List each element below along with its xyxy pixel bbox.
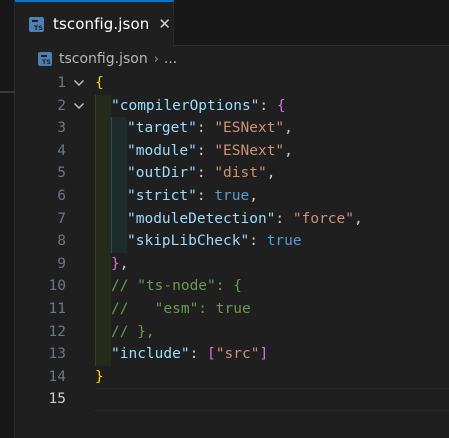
punctuation: , — [119, 255, 129, 272]
json-boolean: true — [214, 188, 250, 204]
code-line[interactable]: 6 "strict": true, — [15, 185, 449, 208]
line-number: 12 — [48, 323, 66, 340]
breadcrumb: tsconfig.json › ... — [15, 46, 449, 72]
brace-close: } — [95, 368, 104, 385]
json-comment: // }, — [111, 323, 155, 340]
line-number: 4 — [57, 142, 66, 159]
code-line[interactable]: 7 "moduleDetection": "force", — [15, 208, 449, 231]
line-number: 5 — [57, 165, 66, 182]
brace-close: } — [111, 255, 120, 272]
close-icon[interactable]: ✕ — [158, 16, 171, 32]
breadcrumb-separator: › — [153, 51, 159, 67]
line-number: 8 — [57, 233, 66, 250]
code-line[interactable]: 3 "target": "ESNext", — [15, 117, 449, 140]
json-comment: // "esm": true — [111, 301, 251, 317]
json-string: "src" — [215, 346, 260, 363]
line-number: 10 — [48, 278, 66, 295]
punctuation: , — [353, 210, 363, 227]
code-editor[interactable]: 1 { 2 "compilerOptions": { 3 "target": "… — [15, 72, 449, 438]
code-line[interactable]: 8 "skipLibCheck": true — [15, 230, 449, 253]
json-comment: // "ts-node": { — [111, 278, 242, 295]
activity-bar — [0, 0, 15, 438]
line-number: 13 — [48, 346, 66, 363]
punctuation: : — [196, 165, 215, 182]
chevron-down-icon[interactable] — [73, 100, 85, 112]
json-string: "force" — [292, 210, 354, 227]
breadcrumb-file[interactable]: tsconfig.json — [59, 51, 148, 67]
code-line[interactable]: 5 "outDir": "dist", — [15, 162, 449, 185]
json-string: "ESNext" — [214, 120, 285, 137]
punctuation: : — [196, 142, 215, 159]
line-number: 6 — [57, 188, 66, 204]
tab-label: tsconfig.json — [53, 15, 150, 33]
punctuation: : — [275, 210, 293, 227]
json-string: "ESNext" — [214, 142, 285, 159]
code-line[interactable]: 12 // }, — [15, 321, 449, 344]
json-key: "target" — [127, 120, 197, 137]
json-key: "include" — [111, 346, 190, 363]
json-key: "skipLibCheck" — [127, 233, 250, 250]
code-line[interactable]: 11 // "esm": true — [15, 298, 449, 321]
json-key: "outDir" — [127, 165, 197, 182]
bracket-close: ] — [259, 346, 269, 363]
line-number: 2 — [57, 97, 66, 114]
line-number: 11 — [48, 301, 66, 317]
json-string: "dist" — [214, 165, 267, 182]
code-line[interactable]: 9 }, — [15, 253, 449, 276]
code-line[interactable]: 13 "include": ["src"] — [15, 343, 449, 366]
tab-tsconfig[interactable]: tsconfig.json ✕ — [15, 0, 174, 46]
code-line[interactable]: 2 "compilerOptions": { — [15, 95, 449, 118]
line-number: 9 — [57, 255, 66, 272]
punctuation: : — [196, 120, 215, 137]
json-key: "compilerOptions" — [111, 97, 260, 114]
ts-file-icon — [29, 16, 44, 32]
code-line[interactable]: 4 "module": "ESNext", — [15, 140, 449, 163]
code-line-current[interactable]: 15 — [15, 388, 449, 411]
punctuation: : — [249, 233, 267, 250]
punctuation: : — [259, 97, 277, 114]
punctuation: , — [249, 188, 258, 204]
code-line[interactable]: 10 // "ts-node": { — [15, 275, 449, 298]
json-key: "module" — [127, 142, 197, 159]
line-number: 1 — [57, 75, 66, 91]
code-line[interactable]: 14 } — [15, 366, 449, 389]
chevron-down-icon[interactable] — [73, 77, 85, 89]
punctuation: , — [266, 165, 276, 182]
code-line[interactable]: 1 { — [15, 72, 449, 95]
line-number: 3 — [57, 120, 66, 137]
punctuation: : — [196, 188, 215, 204]
punctuation: , — [284, 142, 293, 159]
punctuation: , — [284, 120, 293, 137]
json-key: "moduleDetection" — [127, 210, 276, 227]
line-number: 7 — [57, 210, 66, 227]
breadcrumb-more[interactable]: ... — [164, 51, 177, 67]
ts-file-icon — [38, 52, 52, 66]
json-boolean: true — [266, 233, 302, 250]
line-number: 15 — [48, 391, 66, 408]
tab-bar: tsconfig.json ✕ — [15, 0, 449, 46]
brace-open: { — [276, 97, 286, 114]
brace-open: { — [95, 75, 104, 91]
line-number: 14 — [48, 368, 66, 385]
json-key: "strict" — [127, 188, 197, 204]
bracket-open: [ — [207, 346, 216, 363]
activity-bar-marker — [0, 91, 15, 93]
punctuation: : — [189, 346, 208, 363]
